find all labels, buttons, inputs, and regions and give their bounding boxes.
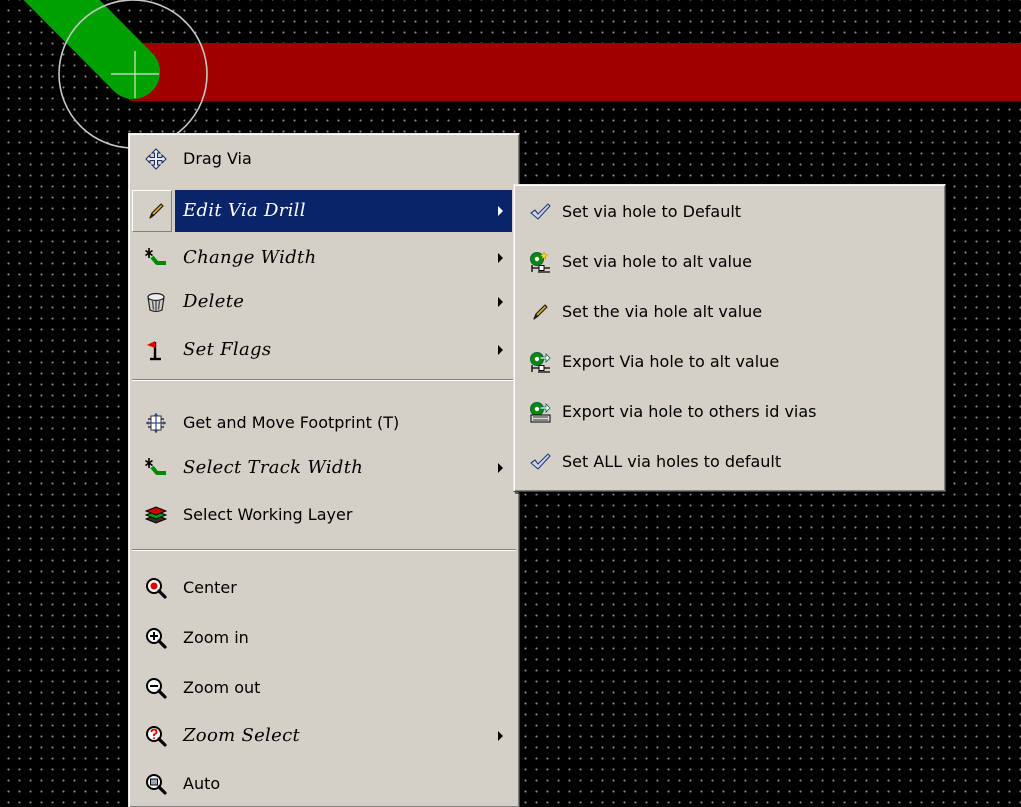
edit-via-drill-submenu: Set via hole to Default Set via hole to … — [513, 184, 946, 492]
menu-item-auto[interactable]: Auto — [132, 762, 516, 806]
submenu-item-export-via-hole-alt[interactable]: Export Via hole to alt value — [517, 339, 941, 385]
menu-item-label: Zoom in — [183, 628, 249, 647]
menu-item-label: Zoom Select — [183, 725, 300, 746]
submenu-item-set-all-via-holes-default[interactable]: Set ALL via holes to default — [517, 439, 941, 485]
submenu-arrow-icon — [498, 206, 503, 216]
menu-item-zoom-in[interactable]: Zoom in — [132, 616, 516, 660]
menu-item-label: Get and Move Footprint (T) — [183, 413, 400, 432]
menu-item-label: Drag Via — [183, 149, 252, 168]
red-track[interactable] — [130, 43, 1021, 101]
layers-icon — [145, 504, 167, 526]
submenu-arrow-icon — [498, 731, 503, 741]
trash-icon — [145, 291, 167, 313]
zoom-select-icon — [145, 725, 167, 747]
menu-item-label: Delete — [183, 291, 245, 312]
context-menu: Drag Via Edit Via Drill Change Width Del… — [128, 133, 520, 807]
menu-separator — [132, 549, 516, 551]
pencil-icon — [145, 200, 167, 222]
menu-item-delete[interactable]: Delete — [132, 280, 516, 324]
menu-item-get-and-move-footprint[interactable]: Get and Move Footprint (T) — [132, 401, 516, 445]
submenu-item-label: Set ALL via holes to default — [562, 452, 782, 471]
submenu-item-label: Set via hole to alt value — [562, 252, 752, 271]
flag-icon — [145, 339, 167, 361]
checkmark-icon — [529, 451, 551, 473]
zoom-out-icon — [145, 677, 167, 699]
submenu-arrow-icon — [498, 463, 503, 473]
submenu-item-label: Set via hole to Default — [562, 202, 742, 221]
submenu-item-label: Set the via hole alt value — [562, 302, 763, 321]
zoom-auto-icon — [145, 773, 167, 795]
menu-item-label: Center — [183, 578, 237, 597]
menu-item-label: Set Flags — [183, 339, 272, 360]
menu-item-label: Change Width — [183, 247, 317, 268]
menu-item-select-working-layer[interactable]: Select Working Layer — [132, 493, 516, 537]
submenu-item-label: Export via hole to others id vias — [562, 402, 817, 421]
track-width-icon — [145, 247, 167, 269]
zoom-in-icon — [145, 627, 167, 649]
menu-item-label: Select Working Layer — [183, 505, 353, 524]
menu-item-zoom-select[interactable]: Zoom Select — [132, 714, 516, 758]
pencil-icon — [529, 301, 551, 323]
submenu-item-set-via-hole-alt-value[interactable]: Set the via hole alt value — [517, 289, 941, 335]
menu-item-center[interactable]: Center — [132, 566, 516, 610]
drag-move-icon — [145, 148, 167, 170]
green-track[interactable] — [20, 0, 160, 99]
menu-item-label: Edit Via Drill — [183, 200, 306, 221]
zoom-center-icon — [145, 577, 167, 599]
menu-item-label: Auto — [183, 774, 221, 793]
via-alt-value-icon — [529, 251, 551, 273]
submenu-arrow-icon — [498, 345, 503, 355]
track-width-icon — [145, 457, 167, 479]
submenu-item-label: Export Via hole to alt value — [562, 352, 780, 371]
submenu-item-export-via-hole-others[interactable]: Export via hole to others id vias — [517, 389, 941, 435]
menu-item-label: Select Track Width — [183, 457, 364, 478]
menu-item-change-width[interactable]: Change Width — [132, 236, 516, 280]
menu-item-drag-via[interactable]: Drag Via — [132, 137, 516, 181]
move-footprint-icon — [145, 412, 167, 434]
menu-item-label: Zoom out — [183, 678, 261, 697]
submenu-arrow-icon — [498, 297, 503, 307]
menu-separator — [132, 379, 516, 381]
checkmark-icon — [529, 201, 551, 223]
via-export-icon — [529, 351, 551, 373]
submenu-item-set-via-hole-default[interactable]: Set via hole to Default — [517, 189, 941, 235]
menu-item-set-flags[interactable]: Set Flags — [132, 328, 516, 372]
menu-item-zoom-out[interactable]: Zoom out — [132, 666, 516, 710]
submenu-arrow-icon — [498, 253, 503, 263]
menu-item-edit-via-drill[interactable]: Edit Via Drill — [132, 189, 516, 233]
submenu-item-set-via-hole-alt[interactable]: Set via hole to alt value — [517, 239, 941, 285]
menu-item-select-track-width[interactable]: Select Track Width — [132, 446, 516, 490]
via-export-others-icon — [529, 401, 551, 423]
